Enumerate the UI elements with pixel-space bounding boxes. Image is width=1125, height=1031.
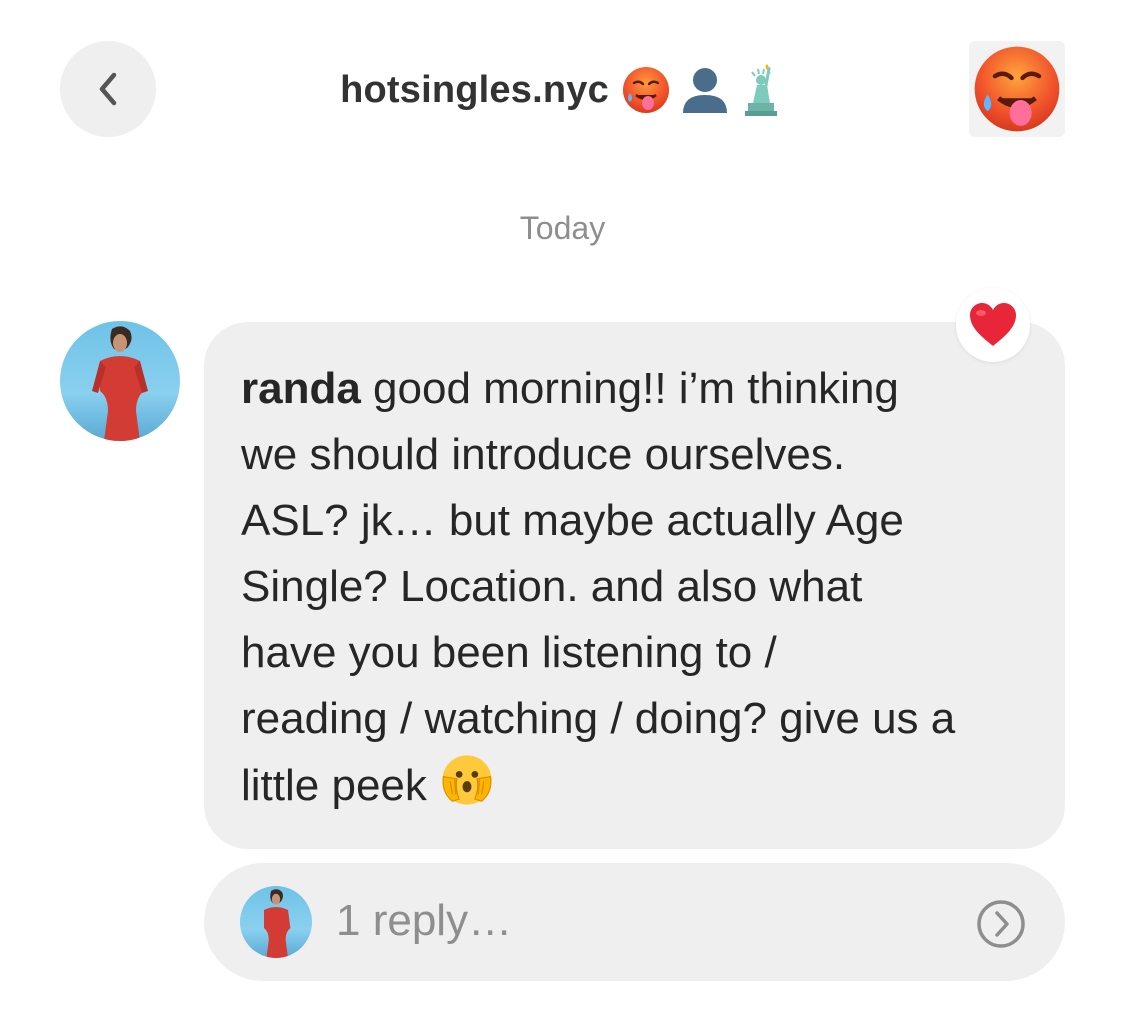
- message-sender: randa: [241, 364, 361, 413]
- message-line: reading / watching / doing? give us a: [241, 694, 956, 743]
- hot-face-emoji-icon: [974, 46, 1060, 132]
- header-title-row[interactable]: hotsingles.nyc: [0, 62, 1125, 118]
- heart-reaction[interactable]: [956, 288, 1030, 362]
- reply-count-label[interactable]: 1 reply…: [336, 896, 512, 946]
- chevron-right-circle-icon[interactable]: [975, 898, 1027, 950]
- person-photo-icon: [92, 326, 148, 441]
- statue-of-liberty-emoji-icon: [744, 64, 777, 116]
- replies-thread-button[interactable]: [204, 863, 1065, 981]
- message-line: we should introduce ourselves.: [241, 430, 846, 479]
- sender-avatar[interactable]: [60, 321, 180, 441]
- chat-thread-screen: hotsingles.nyc Today randa good morning!…: [0, 0, 1125, 1031]
- message-line: good morning!! i’m thinking: [360, 364, 899, 413]
- chat-title: hotsingles.nyc: [340, 68, 609, 111]
- message-text: randa good morning!! i’m thinking we sho…: [241, 356, 1041, 827]
- message-line: ASL? jk… but maybe actually Age: [241, 496, 904, 545]
- face-with-hand-over-mouth-icon: [439, 752, 495, 827]
- message-line: little peek: [241, 761, 427, 810]
- date-separator: Today: [519, 210, 606, 246]
- message-line: Single? Location. and also what: [241, 562, 863, 611]
- reply-avatar: [240, 886, 312, 958]
- title-emoji-group: [621, 63, 783, 117]
- person-photo-icon: [264, 889, 291, 958]
- message-line: have you been listening to /: [241, 628, 777, 677]
- red-heart-icon: [970, 303, 1016, 346]
- silhouette-emoji-icon: [682, 68, 727, 113]
- group-avatar-button[interactable]: [969, 41, 1065, 137]
- hot-face-emoji-icon: [622, 67, 669, 113]
